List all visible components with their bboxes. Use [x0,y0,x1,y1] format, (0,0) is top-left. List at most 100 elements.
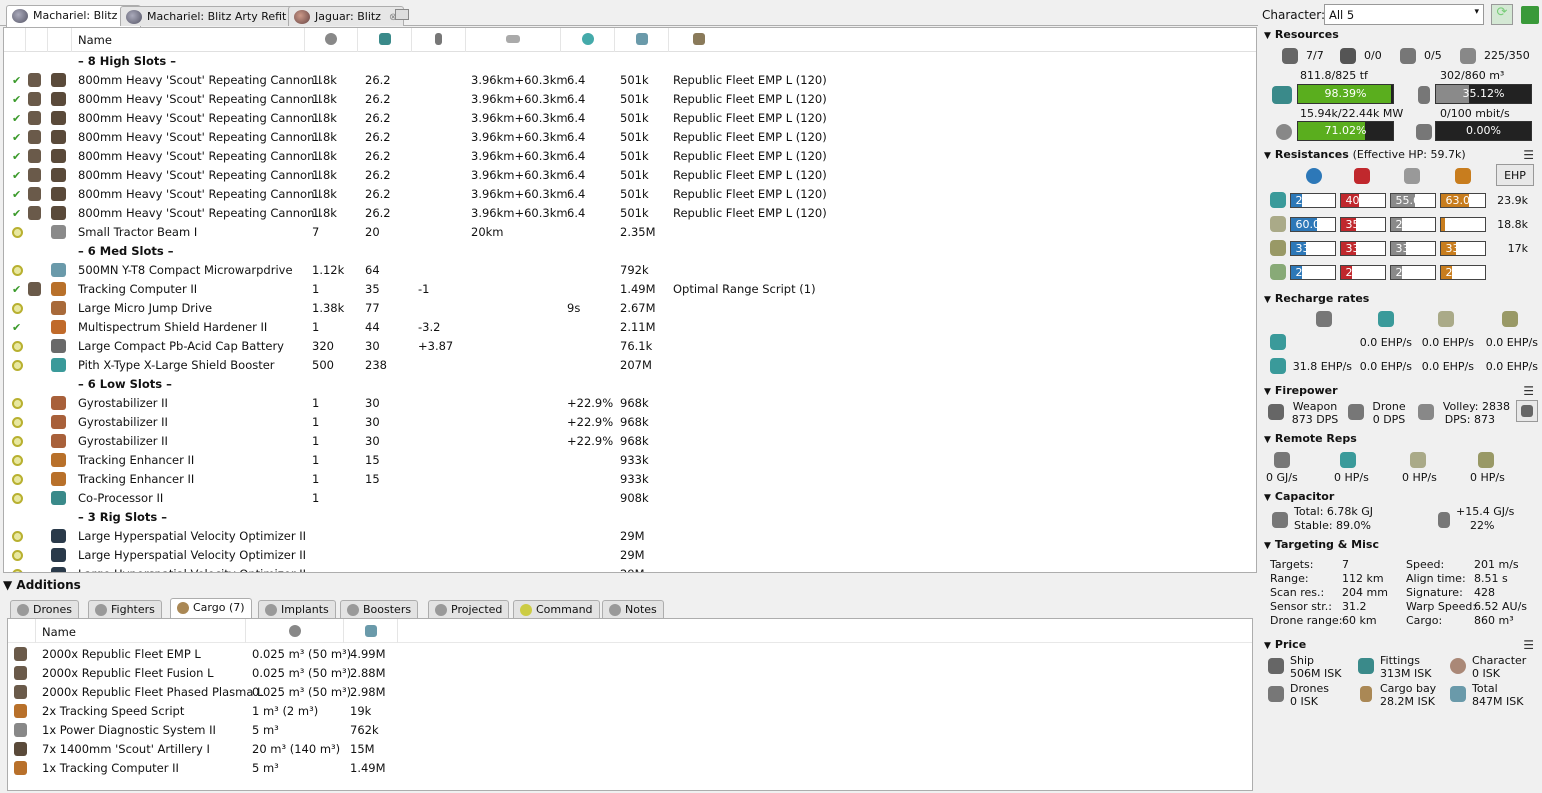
module-row[interactable]: 800mm Heavy 'Scout' Repeating Cannon I1.… [4,147,1256,166]
module-row[interactable]: Tracking Enhancer II 1 15 933k [4,470,1256,489]
module-row[interactable]: 800mm Heavy 'Scout' Repeating Cannon I1.… [4,109,1256,128]
firepower-header[interactable]: ▼ Firepower [1264,384,1338,397]
tab-projected[interactable]: Projected [428,600,510,618]
cargo-row[interactable]: 7x 1400mm 'Scout' Artillery I 20 m³ (140 … [8,740,1252,759]
module-row[interactable]: Tracking Enhancer II 1 15 933k [4,451,1256,470]
ehp-button[interactable]: EHP [1496,164,1534,186]
module-row[interactable]: Large Compact Pb-Acid Cap Battery 320 30 +3… [4,337,1256,356]
module-row[interactable]: Large Micro Jump Drive 1.38k 77 9s 2.67M [4,299,1256,318]
cargo-column-name[interactable]: Name [36,619,246,643]
tab-boosters[interactable]: Boosters [340,600,419,618]
remote-reps-header[interactable]: ▼ Remote Reps [1264,432,1357,445]
capacitor-header[interactable]: ▼ Capacitor [1264,490,1334,503]
fit-tab[interactable]: Machariel: Blitz Arty Refit⊗ [120,6,310,26]
column-capacitor[interactable] [412,28,466,52]
column-powergrid[interactable] [305,28,358,52]
module-row[interactable]: 800mm Heavy 'Scout' Repeating Cannon I1.… [4,71,1256,90]
module-row[interactable]: Gyrostabilizer II 1 30 +22.9% 968k [4,394,1256,413]
module-row[interactable]: Gyrostabilizer II 1 30 +22.9% 968k [4,413,1256,432]
tab-fighters[interactable]: Fighters [88,600,162,618]
tab-command[interactable]: Command [513,600,600,618]
module-row[interactable]: 500MN Y-T8 Compact Microwarpdrive 1.12k 64… [4,261,1256,280]
offline-state-icon[interactable] [12,417,23,428]
offline-state-icon[interactable] [12,455,23,466]
module-row[interactable]: Small Tractor Beam I 7 20 20km 2.35M [4,223,1256,242]
cargo-row[interactable]: 2000x Republic Fleet Phased Plasma L 0.02… [8,683,1252,702]
menu-icon[interactable]: ☰ [1523,638,1534,652]
module-row[interactable]: Gyrostabilizer II 1 30 +22.9% 968k [4,432,1256,451]
additions-header[interactable]: ▼ Additions [3,578,81,592]
slot-section-header[interactable]: – 6 Low Slots – [4,375,1256,394]
cargo-row[interactable]: 2000x Republic Fleet EMP L 0.025 m³ (50 m… [8,645,1252,664]
cargo-column-volume[interactable] [246,619,344,643]
cargo-row[interactable]: 2000x Republic Fleet Fusion L 0.025 m³ (5… [8,664,1252,683]
module-row[interactable]: Co-Processor II 1 908k [4,489,1256,508]
fit-tab[interactable]: Jaguar: Blitz ⊗ [288,6,405,26]
menu-icon[interactable]: ☰ [1523,148,1534,162]
column-misc[interactable] [561,28,615,52]
active-state-icon[interactable] [12,71,23,90]
offline-state-icon[interactable] [12,550,23,561]
module-row[interactable]: 800mm Heavy 'Scout' Repeating Cannon I1.… [4,166,1256,185]
offline-state-icon[interactable] [12,569,23,572]
slot-section-header[interactable]: – 8 High Slots – [4,52,1256,71]
active-state-icon[interactable] [12,147,23,166]
targeting-header[interactable]: ▼ Targeting & Misc [1264,538,1379,551]
cargo-column-price[interactable] [344,619,398,643]
offline-state-icon[interactable] [12,360,23,371]
active-state-icon[interactable] [12,128,23,147]
module-icon [51,339,66,353]
tab-drones[interactable]: Drones [10,600,79,618]
skills-icon[interactable] [1521,6,1539,24]
module-row[interactable]: Large Hyperspatial Velocity Optimizer II… [4,546,1256,565]
active-state-icon[interactable] [12,166,23,185]
character-select[interactable]: All 5 ▾ [1324,4,1484,25]
new-tab-icon[interactable] [395,9,409,20]
module-row[interactable]: 800mm Heavy 'Scout' Repeating Cannon I1.… [4,90,1256,109]
column-range[interactable] [466,28,561,52]
tab-implants[interactable]: Implants [258,600,336,618]
refresh-character-button[interactable]: ⟳ [1491,4,1513,25]
column-name[interactable]: Name [72,28,305,52]
active-state-icon[interactable] [12,318,23,337]
column-cpu[interactable] [358,28,412,52]
resistances-header[interactable]: ▼ Resistances (Effective HP: 59.7k) [1264,148,1466,161]
price-header[interactable]: ▼ Price [1264,638,1306,651]
offline-state-icon[interactable] [12,341,23,352]
module-row[interactable]: Tracking Computer II 1 35 -1 1.49M Optimal Ra… [4,280,1256,299]
slot-section-header[interactable]: – 3 Rig Slots – [4,508,1256,527]
offline-state-icon[interactable] [12,531,23,542]
module-row[interactable]: 800mm Heavy 'Scout' Repeating Cannon I1.… [4,204,1256,223]
drone-dps: 0 DPS [1372,413,1406,426]
module-row[interactable]: 800mm Heavy 'Scout' Repeating Cannon I1.… [4,185,1256,204]
active-state-icon[interactable] [12,109,23,128]
offline-state-icon[interactable] [12,303,23,314]
column-price[interactable] [615,28,669,52]
offline-state-icon[interactable] [12,227,23,238]
module-row[interactable]: Multispectrum Shield Hardener II 1 44 -3.2 2… [4,318,1256,337]
offline-state-icon[interactable] [12,493,23,504]
active-state-icon[interactable] [12,280,23,299]
offline-state-icon[interactable] [12,398,23,409]
tab-notes[interactable]: Notes [602,600,664,618]
module-row[interactable]: 800mm Heavy 'Scout' Repeating Cannon I1.… [4,128,1256,147]
resources-header[interactable]: ▼ Resources [1264,28,1339,41]
active-state-icon[interactable] [12,204,23,223]
slot-section-header[interactable]: – 6 Med Slots – [4,242,1256,261]
recharge-header[interactable]: ▼ Recharge rates [1264,292,1369,305]
cargo-row[interactable]: 1x Tracking Computer II 5 m³ 1.49M [8,759,1252,778]
column-charge[interactable] [669,28,729,52]
damage-pattern-button[interactable] [1516,400,1538,422]
cargo-row[interactable]: 1x Power Diagnostic System II 5 m³ 762k [8,721,1252,740]
menu-icon[interactable]: ☰ [1523,384,1534,398]
active-state-icon[interactable] [12,185,23,204]
tab-cargo[interactable]: Cargo (7) [170,598,252,618]
cargo-row[interactable]: 2x Tracking Speed Script 1 m³ (2 m³) 19k [8,702,1252,721]
offline-state-icon[interactable] [12,436,23,447]
active-state-icon[interactable] [12,90,23,109]
offline-state-icon[interactable] [12,265,23,276]
module-row[interactable]: Large Hyperspatial Velocity Optimizer II… [4,527,1256,546]
offline-state-icon[interactable] [12,474,23,485]
module-row[interactable]: Pith X-Type X-Large Shield Booster 500 238… [4,356,1256,375]
module-row[interactable]: Large Hyperspatial Velocity Optimizer II… [4,565,1256,572]
